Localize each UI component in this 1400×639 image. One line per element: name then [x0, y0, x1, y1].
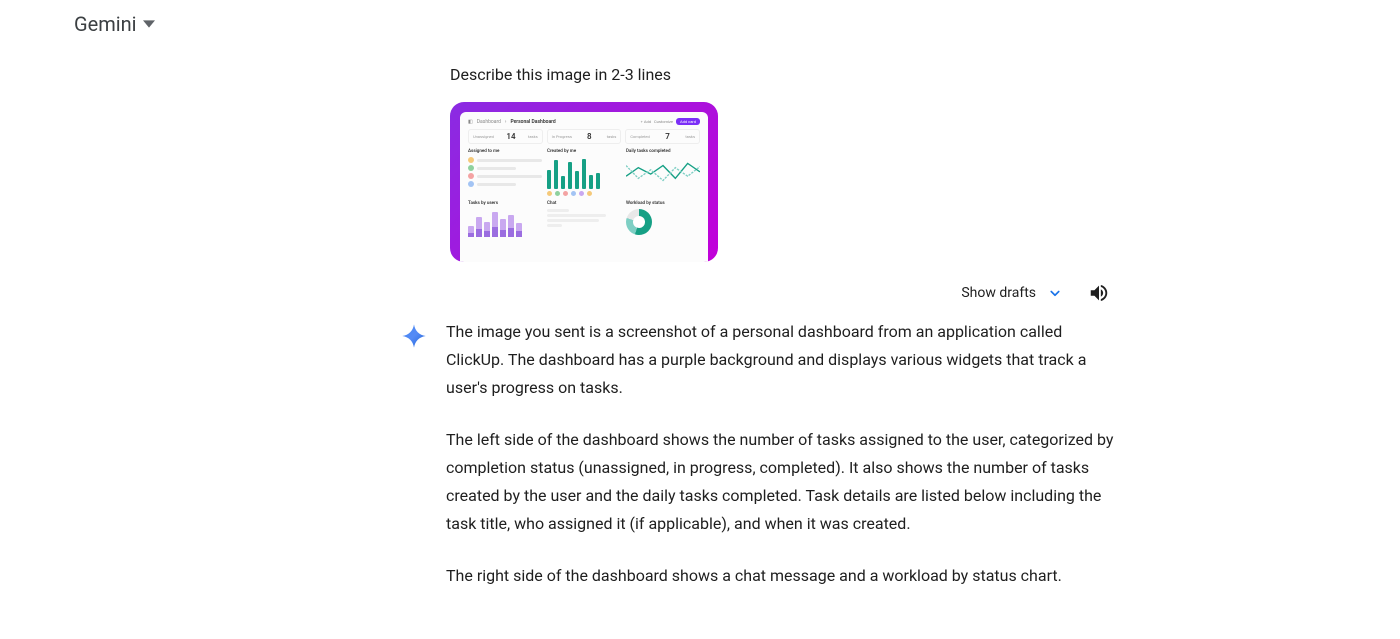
show-drafts-label: Show drafts — [961, 285, 1036, 301]
breadcrumb-icon: ◧ — [468, 119, 473, 125]
app-name: Gemini — [74, 12, 137, 36]
response-paragraph: The right side of the dashboard shows a … — [446, 562, 1120, 590]
panel-heading: Workload by status — [626, 201, 700, 206]
customize-btn: Customize — [654, 119, 673, 124]
response-body: The image you sent is a screenshot of a … — [446, 318, 1120, 590]
panel-heading: Chat — [547, 201, 621, 206]
stat-card: Unassigned14tasks — [468, 129, 543, 144]
prompt-text: Describe this image in 2-3 lines — [450, 65, 1120, 84]
primary-btn: Add card — [676, 118, 700, 125]
panel-heading: Assigned to me — [468, 149, 542, 154]
response-actions: Show drafts — [400, 282, 1120, 304]
model-selector[interactable]: Gemini — [74, 12, 155, 36]
conversation: Describe this image in 2-3 lines ◧ Dashb… — [400, 65, 1120, 590]
user-prompt: Describe this image in 2-3 lines ◧ Dashb… — [400, 65, 1120, 262]
caret-down-icon — [143, 18, 155, 30]
panel-heading: Daily tasks completed — [626, 149, 700, 154]
add-btn: + Add — [641, 119, 651, 124]
donut-chart — [626, 209, 652, 235]
stat-card: In Progress8tasks — [547, 129, 622, 144]
response-paragraph: The image you sent is a screenshot of a … — [446, 318, 1120, 402]
show-drafts-button[interactable]: Show drafts — [961, 284, 1064, 302]
breadcrumb: Dashboard — [477, 119, 501, 125]
panel-heading: Created by me — [547, 149, 621, 154]
panel-heading: Tasks by users — [468, 201, 542, 206]
dashboard-title: Personal Dashboard — [510, 119, 555, 125]
attached-image[interactable]: ◧ Dashboard › Personal Dashboard + Add C… — [450, 102, 718, 262]
chevron-down-icon — [1046, 284, 1064, 302]
dashboard-preview: ◧ Dashboard › Personal Dashboard + Add C… — [460, 112, 708, 262]
assistant-response: The image you sent is a screenshot of a … — [400, 318, 1120, 590]
stat-card: Completed7tasks — [625, 129, 700, 144]
speaker-button[interactable] — [1088, 282, 1110, 304]
speaker-icon — [1088, 282, 1110, 304]
response-paragraph: The left side of the dashboard shows the… — [446, 426, 1120, 538]
sparkle-icon — [400, 322, 428, 354]
